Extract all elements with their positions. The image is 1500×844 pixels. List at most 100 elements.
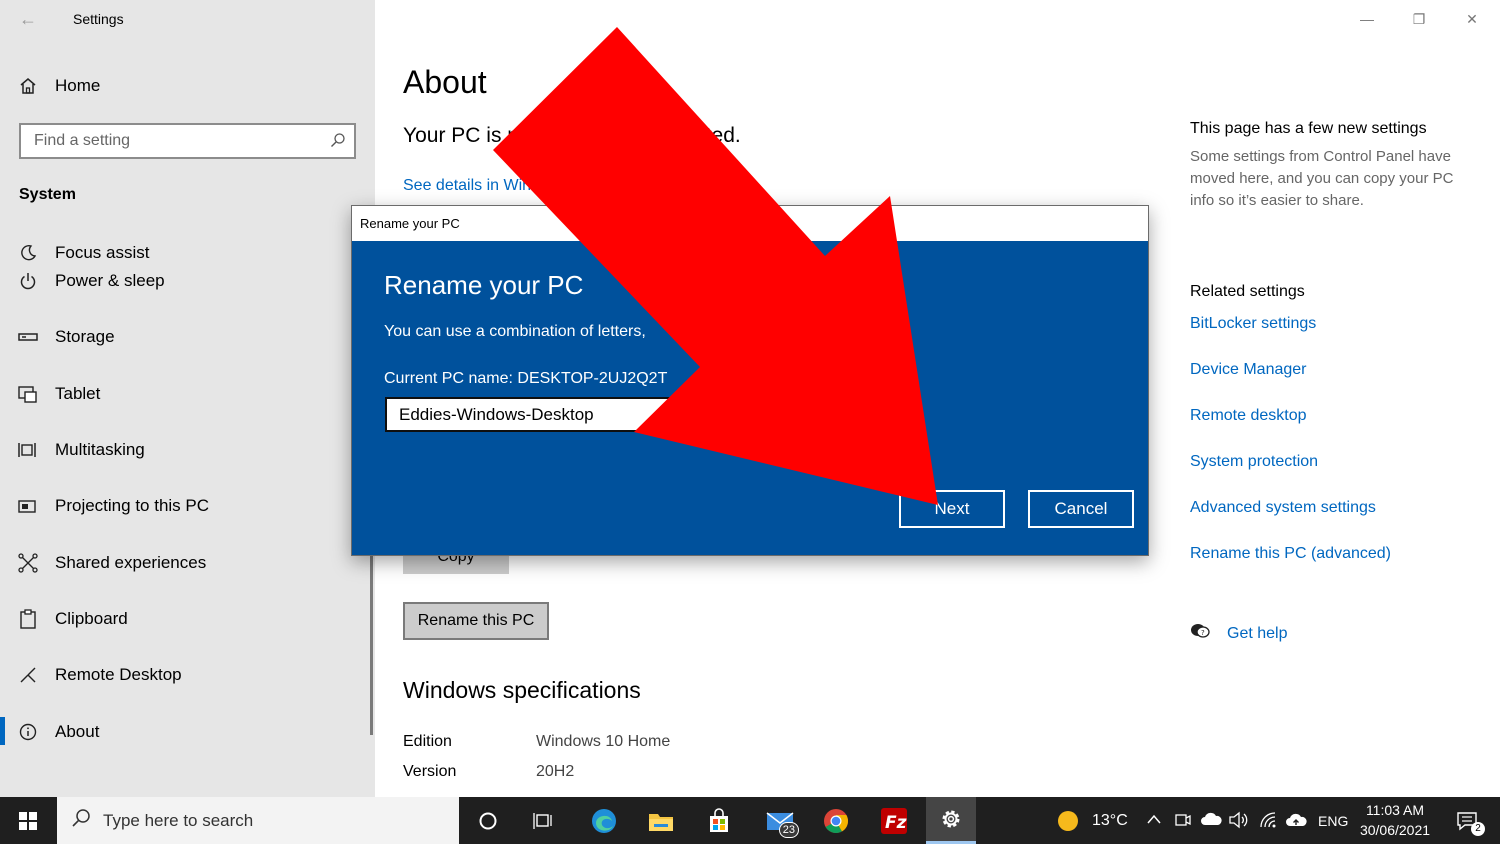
sidebar-item-about[interactable]: About	[0, 703, 375, 759]
sidebar-item-label: Shared experiences	[55, 552, 207, 572]
spec-key: Edition	[403, 733, 452, 750]
minimize-button[interactable]: —	[1344, 6, 1390, 32]
dialog-window-title: Rename your PC	[360, 216, 460, 231]
notification-count-badge: 2	[1471, 822, 1485, 836]
taskbar: Type here to search 23 Fz 13°C ENG 11:03…	[0, 797, 1500, 844]
taskbar-search-box[interactable]: Type here to search	[57, 797, 459, 844]
sidebar-item-clipboard[interactable]: Clipboard	[0, 591, 375, 647]
sidebar-scrollbar[interactable]	[370, 545, 373, 735]
taskbar-clock[interactable]: 11:03 AM 30/06/2021	[1352, 800, 1438, 840]
start-button[interactable]	[0, 797, 56, 844]
volume-icon[interactable]	[1228, 811, 1250, 834]
protection-status-text: Your PC is monitored and protected.	[403, 124, 741, 147]
new-settings-description: Some settings from Control Panel have mo…	[1190, 148, 1454, 209]
sidebar-item-label: Multitasking	[55, 440, 145, 460]
sidebar-item-projecting[interactable]: Projecting to this PC	[0, 478, 375, 534]
cancel-button[interactable]: Cancel	[1028, 490, 1134, 528]
clock-date: 30/06/2021	[1359, 822, 1431, 838]
find-setting-search-box[interactable]	[19, 123, 356, 159]
get-help-link[interactable]: ? Get help	[1190, 622, 1287, 645]
taskbar-search-placeholder: Type here to search	[103, 810, 254, 830]
remote-desktop-link[interactable]: Remote desktop	[1190, 407, 1307, 425]
wifi-icon[interactable]	[1259, 811, 1279, 834]
sidebar-item-label: Remote Desktop	[55, 665, 182, 685]
get-help-label: Get help	[1227, 624, 1288, 642]
weather-sun-icon[interactable]	[1057, 810, 1079, 837]
bitlocker-settings-link[interactable]: BitLocker settings	[1190, 315, 1316, 333]
sidebar-item-tablet[interactable]: Tablet	[0, 366, 375, 422]
chevron-up-icon[interactable]	[1146, 812, 1162, 831]
windows-logo-icon	[19, 811, 37, 830]
maximize-button[interactable]: ❐	[1396, 6, 1442, 32]
action-center-button[interactable]: 2	[1445, 797, 1489, 844]
windows-specifications-heading: Windows specifications	[403, 677, 641, 703]
rename-this-pc-advanced-link[interactable]: Rename this PC (advanced)	[1190, 545, 1391, 563]
onedrive-icon[interactable]	[1200, 812, 1222, 831]
sidebar-item-label: About	[55, 721, 100, 741]
store-icon	[710, 807, 728, 832]
folder-icon	[649, 813, 673, 831]
power-icon	[18, 271, 38, 291]
projecting-icon	[18, 496, 38, 516]
current-pc-name: Current PC name: DESKTOP-2UJ2Q2T	[384, 370, 668, 387]
windows-security-link[interactable]: See details in Windows Security	[403, 177, 631, 195]
advanced-system-settings-link[interactable]: Advanced system settings	[1190, 499, 1376, 517]
cloud-sync-icon[interactable]	[1285, 811, 1307, 834]
find-setting-input[interactable]	[21, 125, 311, 157]
back-button[interactable]: ←	[14, 6, 42, 32]
info-icon	[18, 722, 38, 742]
sidebar-item-remote-desktop[interactable]: Remote Desktop	[0, 647, 375, 703]
sidebar-item-label: Clipboard	[55, 608, 128, 628]
new-pc-name-input[interactable]	[387, 399, 758, 430]
edge-taskbar-button[interactable]	[579, 797, 629, 844]
shared-icon	[18, 552, 38, 573]
file-explorer-taskbar-button[interactable]	[636, 797, 686, 844]
language-indicator[interactable]: ENG	[1318, 813, 1348, 829]
dialog-description: You can use a combination of letters,	[384, 323, 646, 340]
cortana-button[interactable]	[463, 797, 513, 844]
search-icon[interactable]	[330, 132, 346, 153]
spec-key: Version	[403, 763, 457, 780]
sidebar-nav-list: Focus assist Power & sleep Storage Table…	[0, 218, 375, 760]
next-button[interactable]: Next	[899, 490, 1005, 528]
clock-time: 11:03 AM	[1365, 802, 1425, 818]
cortana-icon	[479, 812, 497, 829]
chrome-taskbar-button[interactable]	[811, 797, 861, 844]
search-icon	[71, 808, 91, 833]
app-title: Settings	[73, 11, 124, 27]
meet-now-icon[interactable]	[1174, 811, 1192, 834]
mail-taskbar-button[interactable]: 23	[755, 797, 805, 844]
sidebar-item-multitasking[interactable]: Multitasking	[0, 422, 375, 478]
tablet-icon	[18, 384, 38, 404]
task-view-button[interactable]	[519, 797, 569, 844]
sidebar-item-storage[interactable]: Storage	[0, 309, 375, 365]
sidebar-item-focus-assist[interactable]: Focus assist	[0, 218, 375, 262]
new-settings-panel: This page has a few new settings Some se…	[1190, 120, 1480, 212]
sidebar-item-shared-experiences[interactable]: Shared experiences	[0, 534, 375, 590]
close-button[interactable]: ✕	[1449, 6, 1495, 32]
new-pc-name-field[interactable]	[385, 397, 760, 432]
sidebar-item-home[interactable]: Home	[0, 70, 375, 102]
restore-icon: ❐	[1412, 10, 1426, 27]
filezilla-taskbar-button[interactable]: Fz	[869, 797, 919, 844]
system-protection-link[interactable]: System protection	[1190, 453, 1318, 471]
store-taskbar-button[interactable]	[694, 797, 744, 844]
sidebar-item-power-sleep[interactable]: Power & sleep	[0, 253, 375, 309]
close-icon: ✕	[1466, 10, 1478, 27]
settings-taskbar-button[interactable]	[926, 797, 976, 844]
storage-icon	[18, 327, 38, 347]
spec-value: 20H2	[536, 763, 575, 780]
chat-help-icon: ?	[1190, 622, 1210, 645]
rename-this-pc-button[interactable]: Rename this PC	[403, 602, 549, 640]
dialog-heading: Rename your PC	[384, 270, 584, 300]
device-manager-link[interactable]: Device Manager	[1190, 361, 1307, 379]
dialog-titlebar: Rename your PC	[352, 206, 1148, 241]
weather-temperature[interactable]: 13°C	[1092, 812, 1128, 830]
gear-icon	[942, 810, 960, 828]
rename-pc-dialog: Rename your PC Rename your PC You can us…	[351, 205, 1149, 556]
svg-text:?: ?	[1201, 629, 1205, 637]
mail-unread-badge: 23	[778, 822, 799, 838]
page-title: About	[403, 64, 487, 100]
remote-desktop-icon	[18, 665, 38, 685]
sidebar-item-label: Home	[55, 76, 101, 95]
